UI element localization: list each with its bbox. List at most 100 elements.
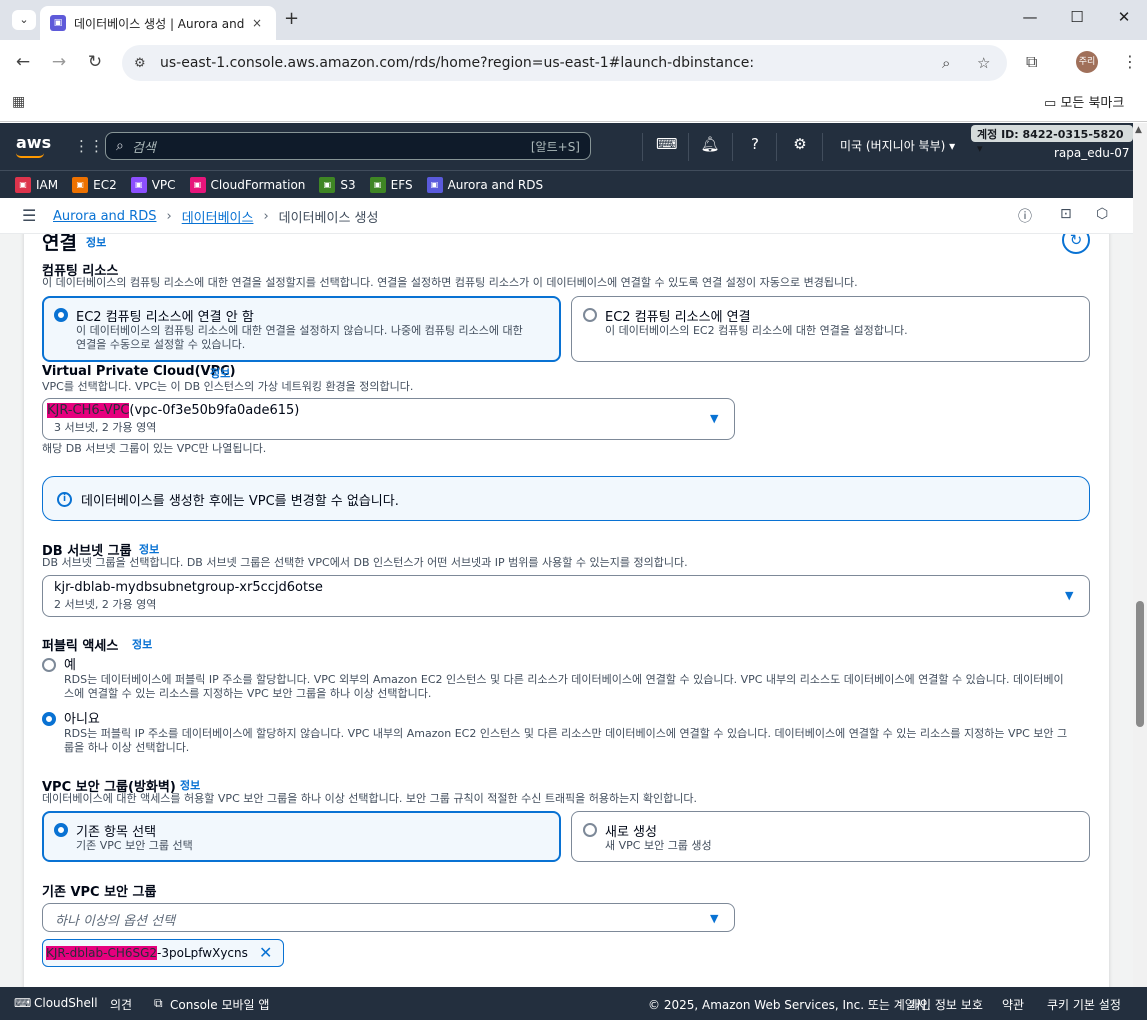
caret-down-icon: ▼ bbox=[710, 912, 719, 925]
back-icon[interactable]: ← bbox=[12, 52, 34, 72]
hexagon-settings-icon[interactable]: ⬡ bbox=[1096, 206, 1108, 222]
radio-unselected[interactable] bbox=[583, 308, 597, 322]
favorite-label: CloudFormation bbox=[210, 177, 306, 192]
region-selector[interactable]: 미국 (버지니아 북부) ▾ bbox=[840, 137, 955, 154]
footer-feedback[interactable]: 의견 bbox=[110, 996, 132, 1013]
favorite-label: EC2 bbox=[93, 177, 117, 192]
favorite-ec2[interactable]: ▣ EC2 bbox=[72, 176, 117, 193]
new-tab-button[interactable]: + bbox=[284, 8, 299, 29]
public-info-link[interactable]: 정보 bbox=[132, 636, 152, 652]
favorite-label: IAM bbox=[36, 177, 59, 192]
window-close-icon[interactable]: ✕ bbox=[1114, 8, 1134, 26]
radio-selected[interactable] bbox=[54, 823, 68, 837]
browser-tab-active[interactable]: ▣ 데이터베이스 생성 | Aurora and RDS × bbox=[40, 6, 276, 40]
extensions-icon[interactable]: ⧉ bbox=[1026, 52, 1037, 72]
tab-title: 데이터베이스 생성 | Aurora and RDS bbox=[74, 16, 244, 31]
existing-sg-multiselect[interactable]: 하나 이상의 옵션 선택 ▼ bbox=[42, 903, 735, 932]
option-title: EC2 컴퓨팅 리소스에 연결 안 함 bbox=[76, 310, 254, 325]
sg-option-create-new[interactable]: 새로 생성 새 VPC 보안 그룹 생성 bbox=[571, 811, 1090, 862]
sg-option-existing[interactable]: 기존 항목 선택 기존 VPC 보안 그룹 선택 bbox=[42, 811, 561, 862]
subnet-info-link[interactable]: 정보 bbox=[139, 541, 159, 557]
footer-cloudshell[interactable]: CloudShell bbox=[34, 996, 98, 1010]
browser-toolbar: ← → ↻ ⚙ us-east-1.console.aws.amazon.com… bbox=[0, 40, 1147, 86]
selected-sg-token: KJR-dblab-CH6SG2-3poLpfwXycns ✕ bbox=[42, 939, 284, 967]
minimize-icon[interactable]: — bbox=[1020, 8, 1040, 26]
page-scrollbar[interactable]: ▲ bbox=[1133, 123, 1147, 988]
notifications-bell-icon[interactable]: 🔔︎ bbox=[700, 135, 720, 153]
footer-privacy[interactable]: 개인 정보 보호 bbox=[909, 996, 983, 1013]
rds-icon: ▣ bbox=[426, 176, 443, 193]
favorite-cloudformation[interactable]: ▣ CloudFormation bbox=[189, 176, 306, 193]
favorite-aurora-and-rds[interactable]: ▣ Aurora and RDS bbox=[426, 176, 543, 193]
mobile-app-icon: ⧉ bbox=[154, 996, 163, 1010]
connectivity-panel: 연결 정보 ↻ 컴퓨팅 리소스 이 데이터베이스의 컴퓨팅 리소스에 대한 연결… bbox=[24, 234, 1109, 987]
sg-info-link[interactable]: 정보 bbox=[180, 777, 200, 793]
public-yes-radio[interactable] bbox=[42, 658, 56, 672]
vpc-icon: ▣ bbox=[130, 176, 147, 193]
remove-token-icon[interactable]: ✕ bbox=[259, 943, 272, 962]
ec2-icon: ▣ bbox=[72, 176, 89, 193]
search-input[interactable]: ⌕ 검색 [알트+S] bbox=[105, 132, 591, 160]
profile-avatar[interactable]: 주리 bbox=[1076, 51, 1098, 73]
radio-selected[interactable] bbox=[54, 308, 68, 322]
favorite-iam[interactable]: ▣ IAM bbox=[15, 176, 59, 193]
compute-option-connect-ec2[interactable]: EC2 컴퓨팅 리소스에 연결 이 데이터베이스의 EC2 컴퓨팅 리소스에 대… bbox=[571, 296, 1090, 362]
section-info-link[interactable]: 정보 bbox=[86, 234, 106, 250]
compute-desc: 이 데이터베이스의 컴퓨팅 리소스에 대한 연결을 설정할지를 선택합니다. 연… bbox=[42, 276, 858, 289]
refresh-icon[interactable]: ↻ bbox=[1062, 234, 1090, 254]
all-bookmarks-label: 모든 북마크 bbox=[1060, 96, 1125, 111]
footer-terms[interactable]: 약관 bbox=[1002, 996, 1024, 1013]
subnet-sub: 2 서브넷, 2 가용 영역 bbox=[54, 598, 157, 611]
tab-search-chevron-icon[interactable]: ⌄ bbox=[12, 10, 36, 30]
breadcrumb-bar: ☰ Aurora and RDS › 데이터베이스 › 데이터베이스 생성 ⓘ … bbox=[0, 198, 1133, 234]
bookmark-star-icon[interactable]: ☆ bbox=[977, 54, 990, 72]
side-nav-menu-icon[interactable]: ☰ bbox=[22, 206, 36, 225]
subnet-select[interactable]: kjr-dblab-mydbsubnetgroup-xr5ccjd6otse 2… bbox=[42, 575, 1090, 617]
info-circle-icon[interactable]: ⓘ bbox=[1018, 206, 1032, 226]
browser-menu-icon[interactable]: ⋮ bbox=[1122, 52, 1138, 71]
public-no-radio[interactable] bbox=[42, 712, 56, 726]
bookmarks-bar: ▦ ▭ 모든 북마크 bbox=[0, 86, 1147, 122]
favorite-efs[interactable]: ▣ EFS bbox=[369, 176, 413, 193]
reload-icon[interactable]: ↻ bbox=[84, 52, 106, 72]
breadcrumb-rds[interactable]: Aurora and RDS bbox=[53, 209, 156, 224]
nav-divider bbox=[642, 133, 643, 161]
public-no-label[interactable]: 아니요 bbox=[64, 708, 100, 727]
apps-grid-icon[interactable]: ▦ bbox=[12, 94, 25, 110]
cloudshell-icon[interactable]: ⌨ bbox=[656, 135, 678, 153]
account-id-badge[interactable]: 계정 ID: 8422-0315-5820 ▾ bbox=[971, 125, 1133, 155]
vpc-desc: VPC를 선택합니다. VPC는 이 DB 인스턴스의 가상 네트워킹 환경을 … bbox=[42, 380, 414, 393]
favorite-s3[interactable]: ▣ S3 bbox=[319, 176, 356, 193]
scroll-up-arrow-icon[interactable]: ▲ bbox=[1135, 125, 1142, 135]
forward-icon[interactable]: → bbox=[48, 52, 70, 72]
compute-option-no-connect[interactable]: EC2 컴퓨팅 리소스에 연결 안 함 이 데이터베이스의 컴퓨팅 리소스에 대… bbox=[42, 296, 561, 362]
breadcrumb: Aurora and RDS › 데이터베이스 › 데이터베이스 생성 bbox=[53, 207, 378, 226]
favorite-vpc[interactable]: ▣ VPC bbox=[130, 176, 176, 193]
vpc-select[interactable]: KJR-CH6-VPC(vpc-0f3e50b9fa0ade615) 3 서브넷… bbox=[42, 398, 735, 440]
notifications-panel-icon[interactable]: ⊡ bbox=[1060, 206, 1072, 222]
breadcrumb-databases[interactable]: 데이터베이스 bbox=[182, 207, 254, 226]
zoom-search-icon[interactable]: ⌕ bbox=[942, 54, 950, 72]
scrollbar-thumb[interactable] bbox=[1136, 601, 1144, 727]
account-user[interactable]: rapa_edu-07 bbox=[1054, 146, 1129, 160]
all-bookmarks-folder[interactable]: ▭ 모든 북마크 bbox=[1044, 92, 1124, 111]
section-title: 연결 bbox=[42, 234, 77, 254]
radio-unselected[interactable] bbox=[583, 823, 597, 837]
vpc-info-link[interactable]: 정보 bbox=[210, 365, 230, 381]
help-icon[interactable]: ? bbox=[745, 135, 765, 153]
tab-close-icon[interactable]: × bbox=[252, 16, 262, 30]
maximize-icon[interactable]: ☐ bbox=[1067, 8, 1087, 26]
breadcrumb-current: 데이터베이스 생성 bbox=[278, 211, 379, 226]
console-footer: ⌨ CloudShell 의견 ⧉ Console 모바일 앱 © 2025, … bbox=[0, 987, 1147, 1020]
address-bar[interactable]: ⚙ us-east-1.console.aws.amazon.com/rds/h… bbox=[122, 45, 1007, 81]
aws-logo[interactable]: aws bbox=[16, 133, 51, 152]
public-no-desc: RDS는 퍼블릭 IP 주소를 데이터베이스에 할당하지 않습니다. VPC 내… bbox=[64, 727, 1068, 740]
footer-mobile-app[interactable]: Console 모바일 앱 bbox=[170, 996, 269, 1013]
footer-cookies[interactable]: 쿠키 기본 설정 bbox=[1047, 996, 1121, 1013]
site-info-icon[interactable]: ⚙ bbox=[134, 56, 158, 71]
public-yes-label[interactable]: 예 bbox=[64, 654, 76, 673]
settings-gear-icon[interactable]: ⚙ bbox=[790, 135, 810, 153]
option-desc: 이 데이터베이스의 컴퓨팅 리소스에 대한 연결을 설정하지 않습니다. 나중에… bbox=[76, 324, 523, 337]
existing-sg-label: 기존 VPC 보안 그룹 bbox=[42, 885, 157, 900]
aws-top-nav: aws ⋮⋮⋮ ⌕ 검색 [알트+S] ⌨ 🔔︎ ? ⚙ 미국 (버지니아 북부… bbox=[0, 123, 1133, 170]
